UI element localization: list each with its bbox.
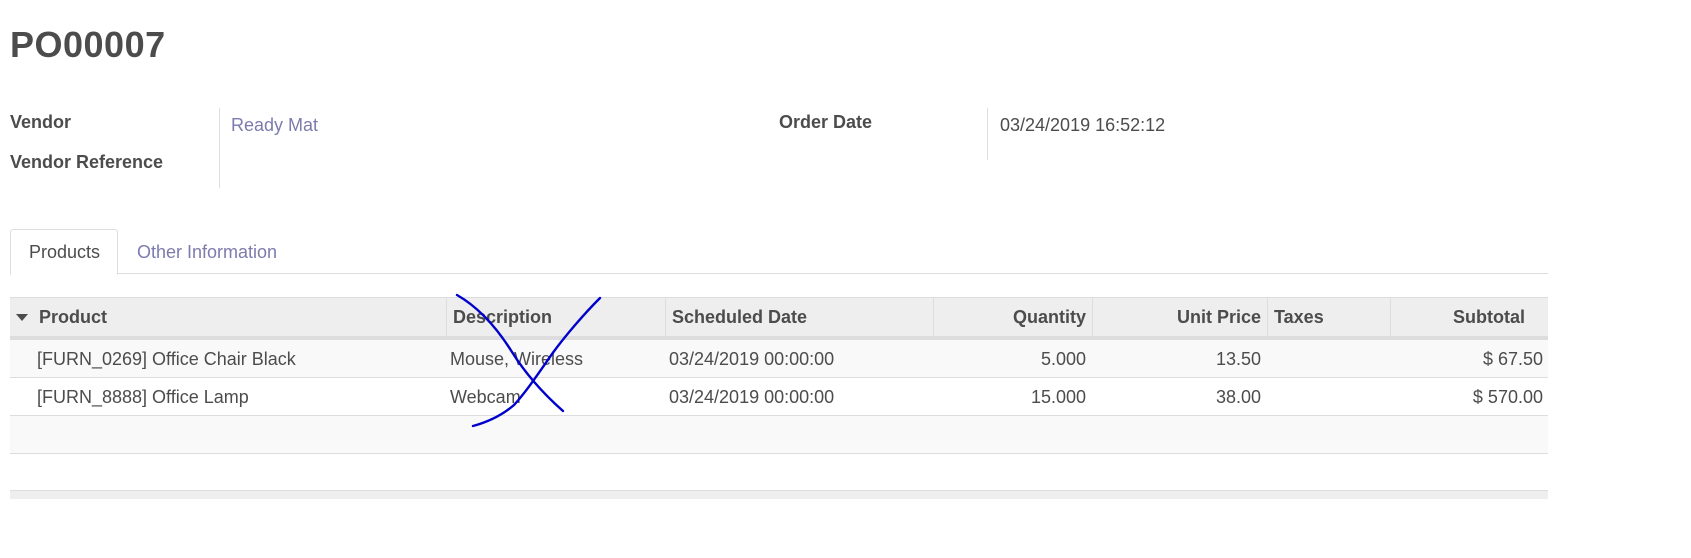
cell-scheduled-date: 03/24/2019 00:00:00	[669, 349, 835, 369]
vendor-reference-label: Vendor Reference	[10, 152, 164, 172]
column-header-taxes[interactable]: Taxes	[1267, 298, 1390, 336]
cell-taxes	[1267, 378, 1390, 415]
field-divider	[219, 108, 220, 188]
order-date-value: 03/24/2019 16:52:12	[1000, 115, 1166, 135]
caret-down-icon[interactable]	[16, 314, 28, 321]
tab-products[interactable]: Products	[10, 229, 118, 275]
table-header: Product Description Scheduled Date Quant…	[10, 297, 1548, 340]
vendor-link[interactable]: Ready Mat	[231, 115, 318, 136]
cell-quantity: 5.000	[1040, 349, 1086, 369]
order-date-label: Order Date	[779, 112, 873, 132]
cell-quantity: 15.000	[1030, 387, 1086, 407]
column-header-quantity[interactable]: Quantity	[933, 298, 1092, 336]
cell-scheduled-date: 03/24/2019 00:00:00	[669, 387, 835, 407]
table-row[interactable]: [FURN_8888] Office Lamp Webcam 03/24/201…	[10, 378, 1548, 416]
field-divider	[987, 108, 988, 160]
cell-unit-price: 38.00	[1215, 387, 1261, 407]
column-header-product[interactable]: Product	[33, 298, 446, 336]
empty-table-row	[10, 416, 1548, 454]
order-lines-table: Product Description Scheduled Date Quant…	[10, 297, 1548, 492]
column-header-unit-price[interactable]: Unit Price	[1092, 298, 1267, 336]
cell-product: [FURN_0269] Office Chair Black	[37, 349, 296, 369]
cell-taxes	[1267, 340, 1390, 377]
cell-subtotal: $ 570.00	[1472, 387, 1543, 407]
cell-description: Webcam	[450, 387, 521, 407]
purchase-order-form: PO00007 Vendor Vendor Reference Ready Ma…	[0, 0, 1691, 558]
column-header-subtotal[interactable]: Subtotal	[1390, 298, 1531, 336]
column-header-description[interactable]: Description	[446, 298, 665, 336]
empty-table-row	[10, 454, 1548, 492]
vendor-label: Vendor	[10, 112, 72, 132]
cell-description: Mouse, Wireless	[450, 349, 584, 369]
column-header-scheduled-date[interactable]: Scheduled Date	[665, 298, 933, 336]
cell-unit-price: 13.50	[1215, 349, 1261, 369]
table-footer	[10, 490, 1548, 499]
cell-subtotal: $ 67.50	[1482, 349, 1543, 369]
table-row[interactable]: [FURN_0269] Office Chair Black Mouse, Wi…	[10, 340, 1548, 378]
notebook-tabs: Products Other Information	[10, 229, 1548, 275]
tab-other-information[interactable]: Other Information	[118, 229, 296, 275]
cell-product: [FURN_8888] Office Lamp	[37, 387, 249, 407]
page-title: PO00007	[10, 24, 166, 65]
